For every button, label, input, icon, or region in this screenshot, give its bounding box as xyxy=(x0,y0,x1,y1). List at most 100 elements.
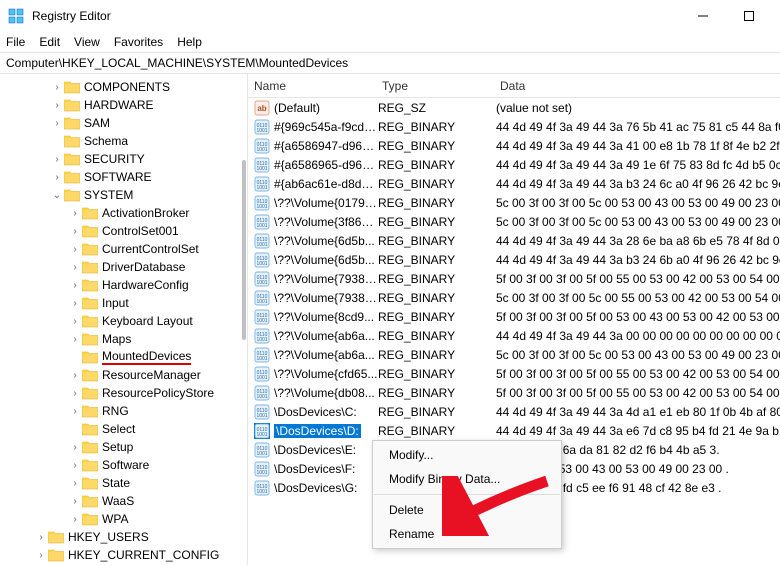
folder-icon xyxy=(64,134,80,148)
chevron-right-icon[interactable]: › xyxy=(50,172,64,183)
menu-modify[interactable]: Modify... xyxy=(373,443,561,467)
tree-view[interactable]: ›COMPONENTS›HARDWARE›SAMSchema›SECURITY›… xyxy=(0,74,248,565)
list-row[interactable]: 01101001\??\Volume{cfd65...REG_BINARY5f … xyxy=(248,364,780,383)
tree-item[interactable]: › RNG xyxy=(2,402,247,420)
header-type[interactable]: Type xyxy=(376,79,494,93)
chevron-right-icon[interactable]: › xyxy=(68,442,82,453)
list-row[interactable]: 01101001#{a6586947-d96e-...REG_BINARY44 … xyxy=(248,136,780,155)
svg-text:1001: 1001 xyxy=(256,451,267,457)
list-row[interactable]: 01101001\DosDevices\D:REG_BINARY44 4d 49… xyxy=(248,421,780,440)
header-data[interactable]: Data xyxy=(494,79,780,93)
menu-favorites[interactable]: Favorites xyxy=(114,35,163,49)
string-value-icon: ab xyxy=(254,100,270,116)
list-row[interactable]: 01101001\??\Volume{3f86d...REG_BINARY5c … xyxy=(248,212,780,231)
cell-data: 44 4d 49 4f 3a 49 44 3a 49 1e 6f 75 83 8… xyxy=(496,158,780,172)
menu-view[interactable]: View xyxy=(74,35,100,49)
chevron-right-icon[interactable]: › xyxy=(68,226,82,237)
svg-text:1001: 1001 xyxy=(256,470,267,476)
tree-item[interactable]: ›CurrentControlSet xyxy=(2,240,247,258)
chevron-right-icon[interactable]: › xyxy=(34,532,48,543)
tree-item[interactable]: ›ResourcePolicyStore xyxy=(2,384,247,402)
chevron-right-icon[interactable]: › xyxy=(68,298,82,309)
tree-item[interactable]: ›Keyboard Layout xyxy=(2,312,247,330)
tree-item[interactable]: ›SECURITY xyxy=(2,150,247,168)
list-row[interactable]: 01101001#{ab6ac61e-d8d8...REG_BINARY44 4… xyxy=(248,174,780,193)
list-row[interactable]: 01101001\??\Volume{ab6a...REG_BINARY44 4… xyxy=(248,326,780,345)
tree-item[interactable]: › Input xyxy=(2,294,247,312)
chevron-right-icon[interactable]: › xyxy=(50,82,64,93)
chevron-right-icon[interactable]: › xyxy=(68,316,82,327)
tree-item[interactable]: ›ActivationBroker xyxy=(2,204,247,222)
tree-item[interactable]: ›HARDWARE xyxy=(2,96,247,114)
tree-item[interactable]: Select xyxy=(2,420,247,438)
list-row[interactable]: 01101001\??\Volume{7938f...REG_BINARY5c … xyxy=(248,288,780,307)
menu-delete[interactable]: Delete xyxy=(373,498,561,522)
cell-name: \??\Volume{6d5b... xyxy=(274,234,378,248)
tree-scrollbar[interactable] xyxy=(242,160,246,340)
tree-item[interactable]: ›Setup xyxy=(2,438,247,456)
menu-modify-binary[interactable]: Modify Binary Data... xyxy=(373,467,561,491)
header-name[interactable]: Name xyxy=(248,79,376,93)
tree-item[interactable]: ›State xyxy=(2,474,247,492)
tree-item[interactable]: ›SOFTWARE xyxy=(2,168,247,186)
tree-item[interactable]: ›HardwareConfig xyxy=(2,276,247,294)
chevron-right-icon[interactable]: › xyxy=(50,100,64,111)
chevron-right-icon[interactable]: › xyxy=(50,118,64,129)
tree-item[interactable]: ›ResourceManager xyxy=(2,366,247,384)
chevron-right-icon[interactable]: › xyxy=(68,208,82,219)
chevron-right-icon[interactable]: › xyxy=(50,154,64,165)
tree-item[interactable]: ›Software xyxy=(2,456,247,474)
chevron-right-icon[interactable]: › xyxy=(68,262,82,273)
tree-item[interactable]: ›COMPONENTS xyxy=(2,78,247,96)
tree-item[interactable]: ›SAM xyxy=(2,114,247,132)
tree-item[interactable]: ›Maps xyxy=(2,330,247,348)
cell-type: REG_BINARY xyxy=(378,215,496,229)
menu-file[interactable]: File xyxy=(6,35,25,49)
tree-item-label: RNG xyxy=(102,404,129,418)
tree-item[interactable]: MountedDevices xyxy=(2,348,247,366)
chevron-right-icon[interactable]: › xyxy=(68,244,82,255)
chevron-right-icon[interactable]: › xyxy=(68,370,82,381)
tree-item[interactable]: ›HKEY_CURRENT_CONFIG xyxy=(2,546,247,564)
chevron-right-icon[interactable]: › xyxy=(68,460,82,471)
list-row[interactable]: 01101001\??\Volume{6d5b...REG_BINARY44 4… xyxy=(248,250,780,269)
list-row[interactable]: 01101001\??\Volume{7938f...REG_BINARY5f … xyxy=(248,269,780,288)
tree-item[interactable]: ⌄SYSTEM xyxy=(2,186,247,204)
list-row[interactable]: 01101001#{969c545a-f9cd-...REG_BINARY44 … xyxy=(248,117,780,136)
chevron-right-icon[interactable]: › xyxy=(68,280,82,291)
tree-item[interactable]: ›DriverDatabase xyxy=(2,258,247,276)
list-row[interactable]: 01101001\??\Volume{6d5b...REG_BINARY44 4… xyxy=(248,231,780,250)
tree-item[interactable]: Schema xyxy=(2,132,247,150)
minimize-button[interactable] xyxy=(680,0,726,32)
cell-data: (value not set) xyxy=(496,101,780,115)
address-text: Computer\HKEY_LOCAL_MACHINE\SYSTEM\Mount… xyxy=(6,56,348,70)
cell-name: #{a6586947-d96e-... xyxy=(274,139,378,153)
chevron-right-icon[interactable]: › xyxy=(68,334,82,345)
chevron-right-icon[interactable]: › xyxy=(68,478,82,489)
list-row[interactable]: 01101001\DosDevices\C:REG_BINARY44 4d 49… xyxy=(248,402,780,421)
cell-name: \??\Volume{0179a... xyxy=(274,196,378,210)
list-row[interactable]: 01101001\??\Volume{db08...REG_BINARY5f 0… xyxy=(248,383,780,402)
tree-item[interactable]: ›ControlSet001 xyxy=(2,222,247,240)
tree-item-label: Input xyxy=(102,296,129,310)
list-row[interactable]: 01101001\??\Volume{0179a...REG_BINARY5c … xyxy=(248,193,780,212)
menu-help[interactable]: Help xyxy=(177,35,202,49)
menu-edit[interactable]: Edit xyxy=(39,35,60,49)
menu-rename[interactable]: Rename xyxy=(373,522,561,546)
chevron-right-icon[interactable]: › xyxy=(34,550,48,561)
address-bar[interactable]: Computer\HKEY_LOCAL_MACHINE\SYSTEM\Mount… xyxy=(0,52,780,74)
tree-item[interactable]: ›WPA xyxy=(2,510,247,528)
chevron-right-icon[interactable]: › xyxy=(68,496,82,507)
maximize-button[interactable] xyxy=(726,0,772,32)
list-row[interactable]: 01101001\??\Volume{ab6a...REG_BINARY5c 0… xyxy=(248,345,780,364)
list-row[interactable]: ab(Default)REG_SZ(value not set) xyxy=(248,98,780,117)
chevron-right-icon[interactable]: › xyxy=(68,406,82,417)
folder-icon xyxy=(82,494,98,508)
tree-item[interactable]: ›WaaS xyxy=(2,492,247,510)
chevron-right-icon[interactable]: › xyxy=(68,388,82,399)
chevron-down-icon[interactable]: ⌄ xyxy=(50,190,64,201)
list-row[interactable]: 01101001#{a6586965-d96e-...REG_BINARY44 … xyxy=(248,155,780,174)
tree-item[interactable]: ›HKEY_USERS xyxy=(2,528,247,546)
list-row[interactable]: 01101001\??\Volume{8cd9...REG_BINARY5f 0… xyxy=(248,307,780,326)
chevron-right-icon[interactable]: › xyxy=(68,514,82,525)
